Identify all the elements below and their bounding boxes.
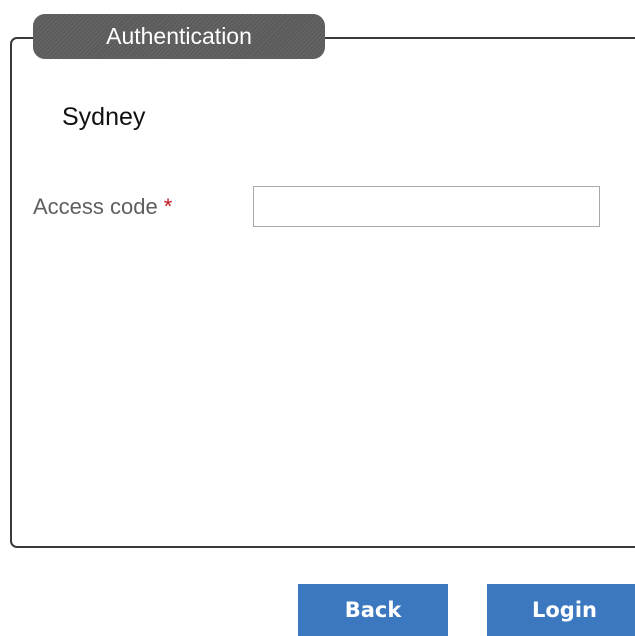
access-code-label: Access code *	[33, 194, 172, 220]
site-name: Sydney	[62, 103, 146, 131]
access-code-input[interactable]	[253, 186, 600, 227]
required-marker: *	[163, 194, 173, 219]
authentication-page: Authentication Sydney Access code * Back …	[0, 0, 635, 636]
back-button[interactable]: Back	[298, 584, 448, 636]
authentication-legend: Authentication	[33, 14, 325, 59]
authentication-legend-label: Authentication	[106, 23, 252, 49]
access-code-label-text: Access code	[33, 194, 158, 219]
login-button[interactable]: Login	[487, 584, 635, 636]
